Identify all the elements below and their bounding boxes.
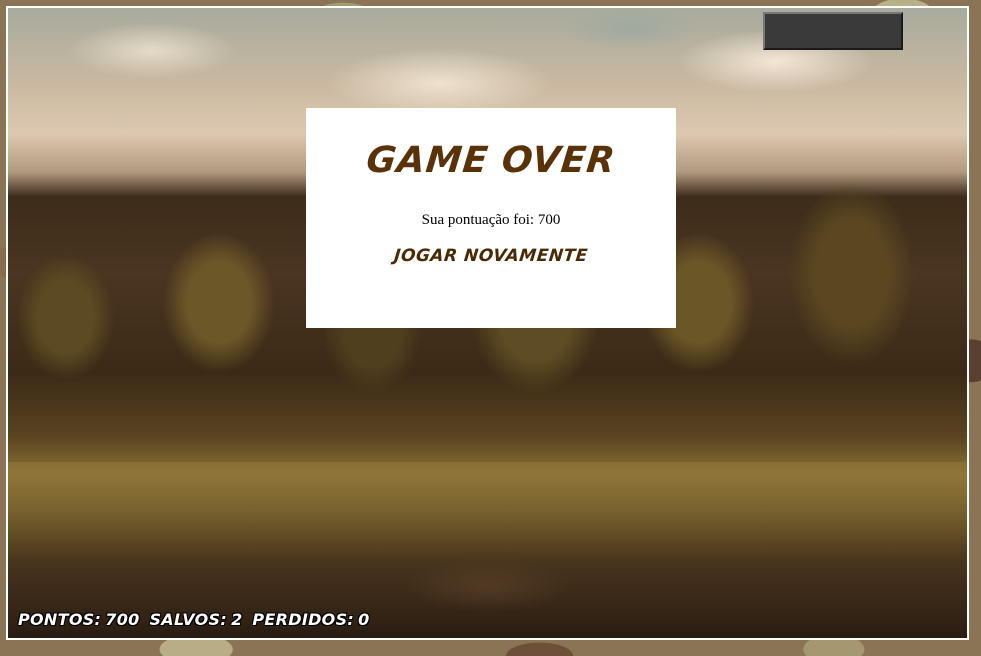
top-right-button[interactable] — [763, 12, 903, 50]
final-score-text: Sua pontuação foi: 700 — [421, 212, 561, 228]
game-over-dialog: GAME OVER Sua pontuação foi: 700 JOGAR N… — [306, 108, 676, 328]
play-again-link[interactable]: JOGAR NOVAMENTE — [305, 246, 677, 266]
game-over-title: GAME OVER — [364, 140, 618, 181]
points-label: PONTOS: — [18, 610, 102, 629]
saved-value: 2 — [231, 610, 243, 629]
lost-label: PERDIDOS: — [252, 610, 355, 629]
points-value: 700 — [105, 610, 140, 629]
lost-value: 0 — [358, 610, 370, 629]
score-hud: PONTOS: 700 SALVOS: 2 PERDIDOS: 0 — [18, 610, 374, 629]
saved-label: SALVOS: — [149, 610, 228, 629]
